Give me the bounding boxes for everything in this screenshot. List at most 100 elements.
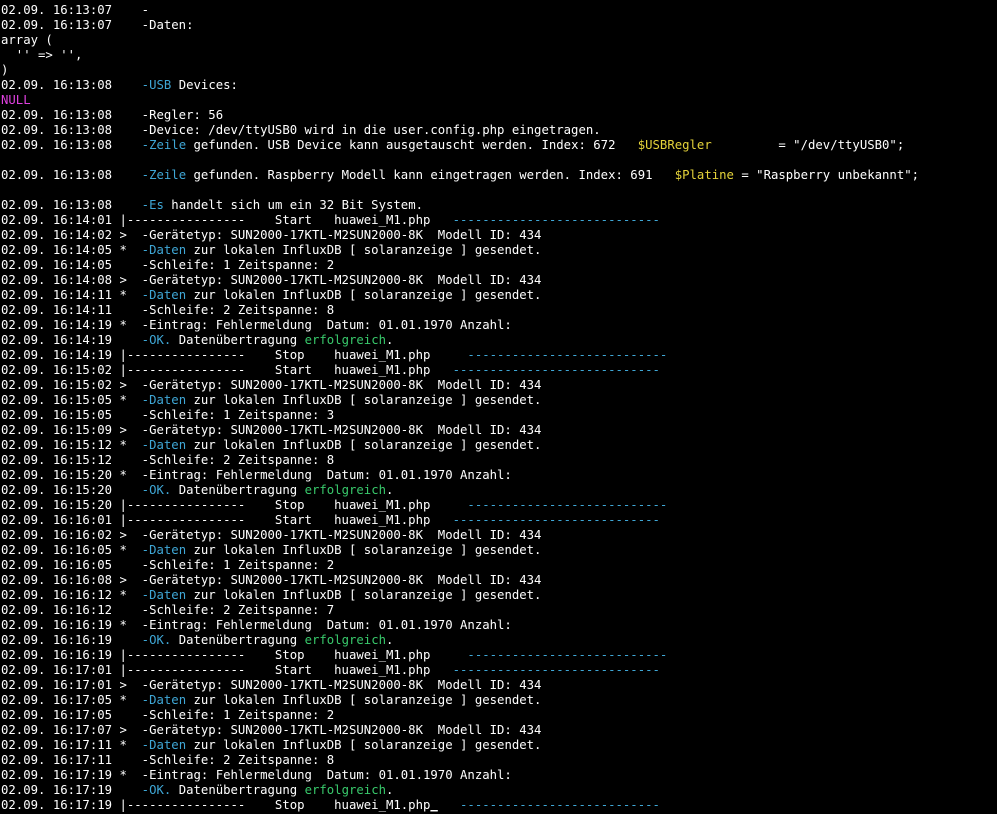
terminal-text: 02.09. 16:15:20 xyxy=(1,483,142,497)
terminal-line: 02.09. 16:15:12 * -Daten zur lokalen Inf… xyxy=(1,438,541,453)
terminal-text: 02.09. 16:13:07 - xyxy=(1,3,150,17)
terminal-text: 02.09. 16:15:09 > -Gerätetyp: SUN2000-17… xyxy=(1,423,542,437)
terminal-text: 02.09. 16:13:07 -Daten: xyxy=(1,18,194,32)
terminal-text: zur lokalen InfluxDB [ solaranzeige ] ge… xyxy=(186,393,542,407)
terminal-text: $Platine xyxy=(674,168,734,182)
terminal-text: 02.09. 16:14:19 xyxy=(1,333,142,347)
terminal-text: 02.09. 16:14:19 |---------------- Stop h… xyxy=(1,348,468,362)
terminal-text: -OK. xyxy=(141,633,172,647)
terminal-text: 02.09. 16:16:19 * -Eintrag: Fehlermeldun… xyxy=(1,618,512,632)
terminal-text: 02.09. 16:14:08 > -Gerätetyp: SUN2000-17… xyxy=(1,273,542,287)
terminal-line: 02.09. 16:13:08 -Es handelt sich um ein … xyxy=(1,198,423,213)
terminal-text: -Daten xyxy=(141,243,187,257)
terminal-text: 02.09. 16:16:12 * xyxy=(1,588,142,602)
terminal-text: -Zeile xyxy=(141,168,187,182)
terminal-text: -OK. xyxy=(141,483,172,497)
terminal-text: -OK. xyxy=(141,333,172,347)
terminal-text: array ( xyxy=(1,33,53,47)
terminal-line: 02.09. 16:15:20 * -Eintrag: Fehlermeldun… xyxy=(1,468,512,483)
terminal-line: 02.09. 16:16:19 * -Eintrag: Fehlermeldun… xyxy=(1,618,512,633)
terminal-text: 02.09. 16:13:08 -Regler: 56 xyxy=(1,108,224,122)
terminal-window[interactable]: 02.09. 16:13:07 -02.09. 16:13:07 -Daten:… xyxy=(0,0,997,814)
terminal-line: 02.09. 16:15:12 -Schleife: 2 Zeitspanne:… xyxy=(1,453,334,468)
terminal-line: 02.09. 16:15:05 * -Daten zur lokalen Inf… xyxy=(1,393,541,408)
terminal-text: zur lokalen InfluxDB [ solaranzeige ] ge… xyxy=(186,738,542,752)
terminal-line: array ( xyxy=(1,33,53,48)
terminal-text: . xyxy=(386,333,394,347)
terminal-text: 02.09. 16:16:01 |---------------- Start … xyxy=(1,513,453,527)
terminal-text: --------------------------- xyxy=(460,798,660,812)
terminal-line: 02.09. 16:14:19 -OK. Datenübertragung er… xyxy=(1,333,393,348)
terminal-text: -Daten xyxy=(141,288,187,302)
terminal-line: 02.09. 16:14:02 > -Gerätetyp: SUN2000-17… xyxy=(1,228,541,243)
terminal-text: -Es xyxy=(141,198,164,212)
terminal-text: 02.09. 16:16:08 > -Gerätetyp: SUN2000-17… xyxy=(1,573,542,587)
terminal-text: . xyxy=(386,483,394,497)
terminal-line: 02.09. 16:14:19 |---------------- Stop h… xyxy=(1,348,667,363)
terminal-text: '' => '', xyxy=(1,48,83,62)
terminal-line: 02.09. 16:17:19 * -Eintrag: Fehlermeldun… xyxy=(1,768,512,783)
terminal-text: -Zeile xyxy=(141,138,187,152)
terminal-text: 02.09. 16:15:02 |---------------- Start … xyxy=(1,363,453,377)
terminal-text: -Daten xyxy=(141,438,187,452)
terminal-text: 02.09. 16:14:01 |---------------- Start … xyxy=(1,213,453,227)
terminal-text: 02.09. 16:13:08 xyxy=(1,168,142,182)
terminal-line: 02.09. 16:17:01 > -Gerätetyp: SUN2000-17… xyxy=(1,678,541,693)
terminal-line: 02.09. 16:13:07 -Daten: xyxy=(1,18,194,33)
terminal-text: zur lokalen InfluxDB [ solaranzeige ] ge… xyxy=(186,543,542,557)
terminal-text: 02.09. 16:13:08 xyxy=(1,198,142,212)
terminal-text: Devices: xyxy=(171,78,238,92)
terminal-text: zur lokalen InfluxDB [ solaranzeige ] ge… xyxy=(186,693,542,707)
terminal-text: = "/dev/ttyUSB0"; xyxy=(711,138,905,152)
terminal-text: handelt sich um ein 32 Bit System. xyxy=(163,198,424,212)
terminal-line: 02.09. 16:16:12 -Schleife: 2 Zeitspanne:… xyxy=(1,603,334,618)
terminal-line: 02.09. 16:16:01 |---------------- Start … xyxy=(1,513,660,528)
terminal-text: ---------------------------- xyxy=(452,513,660,527)
terminal-line: 02.09. 16:14:08 > -Gerätetyp: SUN2000-17… xyxy=(1,273,541,288)
terminal-text: ---------------------------- xyxy=(452,213,660,227)
terminal-text: 02.09. 16:17:05 -Schleife: 1 Zeitspanne:… xyxy=(1,708,335,722)
terminal-text: 02.09. 16:17:07 > -Gerätetyp: SUN2000-17… xyxy=(1,723,542,737)
terminal-line: 02.09. 16:16:05 * -Daten zur lokalen Inf… xyxy=(1,543,541,558)
terminal-text: -Daten xyxy=(141,393,187,407)
terminal-text: 02.09. 16:17:19 xyxy=(1,783,142,797)
terminal-text: zur lokalen InfluxDB [ solaranzeige ] ge… xyxy=(186,288,542,302)
terminal-text: zur lokalen InfluxDB [ solaranzeige ] ge… xyxy=(186,588,542,602)
terminal-text: . xyxy=(386,783,394,797)
terminal-text: 02.09. 16:17:05 * xyxy=(1,693,142,707)
terminal-line: 02.09. 16:13:08 -Regler: 56 xyxy=(1,108,223,123)
terminal-text: = "Raspberry unbekannt"; xyxy=(733,168,920,182)
terminal-text: $USBRegler xyxy=(637,138,712,152)
terminal-line: 02.09. 16:17:11 * -Daten zur lokalen Inf… xyxy=(1,738,541,753)
terminal-text: 02.09. 16:15:05 -Schleife: 1 Zeitspanne:… xyxy=(1,408,335,422)
terminal-text: -Daten xyxy=(141,738,187,752)
terminal-line: 02.09. 16:13:08 -Zeile gefunden. USB Dev… xyxy=(1,138,904,153)
terminal-line: 02.09. 16:16:02 > -Gerätetyp: SUN2000-17… xyxy=(1,528,541,543)
terminal-text: 02.09. 16:17:11 * xyxy=(1,738,142,752)
terminal-line: 02.09. 16:15:20 |---------------- Stop h… xyxy=(1,498,667,513)
terminal-text: -USB xyxy=(141,78,172,92)
terminal-text: Datenübertragung xyxy=(171,333,305,347)
terminal-line: 02.09. 16:14:05 -Schleife: 1 Zeitspanne:… xyxy=(1,258,334,273)
terminal-line: 02.09. 16:16:08 > -Gerätetyp: SUN2000-17… xyxy=(1,573,541,588)
terminal-text: 02.09. 16:15:05 * xyxy=(1,393,142,407)
terminal-line: 02.09. 16:14:05 * -Daten zur lokalen Inf… xyxy=(1,243,541,258)
terminal-text: Datenübertragung xyxy=(171,483,305,497)
terminal-line: 02.09. 16:15:20 -OK. Datenübertragung er… xyxy=(1,483,393,498)
terminal-text: 02.09. 16:17:19 |---------------- Stop h… xyxy=(1,798,431,812)
terminal-line: 02.09. 16:14:19 * -Eintrag: Fehlermeldun… xyxy=(1,318,512,333)
terminal-text: 02.09. 16:15:02 > -Gerätetyp: SUN2000-17… xyxy=(1,378,542,392)
terminal-text: 02.09. 16:16:19 xyxy=(1,633,142,647)
terminal-text: zur lokalen InfluxDB [ solaranzeige ] ge… xyxy=(186,438,542,452)
terminal-text: 02.09. 16:15:20 |---------------- Stop h… xyxy=(1,498,468,512)
terminal-line: 02.09. 16:15:05 -Schleife: 1 Zeitspanne:… xyxy=(1,408,334,423)
terminal-text: 02.09. 16:13:08 xyxy=(1,138,142,152)
terminal-line: 02.09. 16:16:19 -OK. Datenübertragung er… xyxy=(1,633,393,648)
terminal-line: 02.09. 16:13:08 -USB Devices: xyxy=(1,78,238,93)
terminal-text: 02.09. 16:14:05 -Schleife: 1 Zeitspanne:… xyxy=(1,258,335,272)
terminal-line: 02.09. 16:17:19 |---------------- Stop h… xyxy=(1,798,660,813)
terminal-text: gefunden. USB Device kann ausgetauscht w… xyxy=(186,138,638,152)
terminal-text: 02.09. 16:16:19 |---------------- Stop h… xyxy=(1,648,468,662)
terminal-text: NULL xyxy=(1,93,31,107)
